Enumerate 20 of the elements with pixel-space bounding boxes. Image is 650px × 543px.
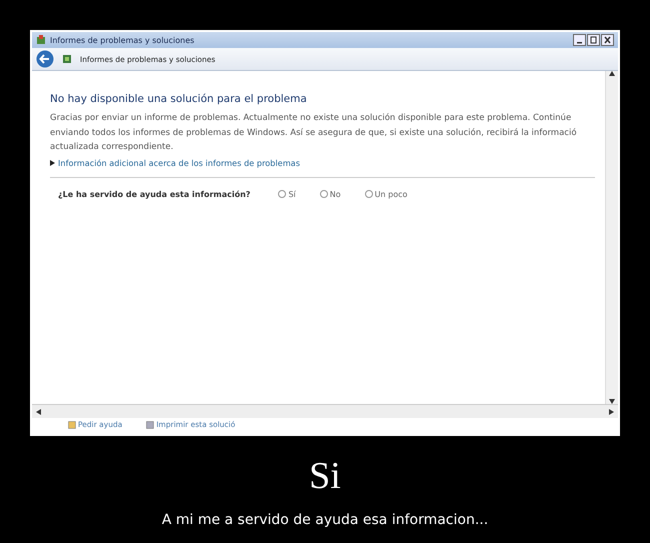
scroll-right-icon[interactable] xyxy=(609,408,614,414)
horizontal-scrollbar[interactable] xyxy=(32,404,618,418)
app-icon xyxy=(36,35,46,45)
message-paragraph: Gracias por enviar un informe de problemas. Actualmente no existe una solución disponible para este problema. Continúe enviando todos los informes de problemas de Windows. Así se asegura de que, si existe una solución, recibirá la informació actualizada correspondiente. xyxy=(50,112,578,154)
poster-title: Si xyxy=(308,454,342,498)
expand-triangle-icon[interactable] xyxy=(50,160,55,166)
radio-option[interactable]: No xyxy=(320,190,341,198)
vertical-scrollbar[interactable] xyxy=(605,71,618,404)
close-icon[interactable] xyxy=(601,34,614,46)
radio-option[interactable]: Un poco xyxy=(364,190,408,198)
maximize-icon[interactable] xyxy=(587,34,600,46)
window-title: Informes de problemas y soluciones xyxy=(50,36,196,44)
more-info-link[interactable]: Información adicional acerca de los informes de problemas xyxy=(58,158,300,168)
poster-caption: A mi me a servido de ayuda esa informacion... xyxy=(160,512,490,528)
back-icon[interactable] xyxy=(36,50,54,68)
scroll-left-icon[interactable] xyxy=(36,408,41,414)
feedback-question: ¿Le ha servido de ayuda esta información? xyxy=(58,190,250,198)
minimize-icon[interactable] xyxy=(573,34,586,46)
radio-option[interactable]: Sí xyxy=(278,190,296,198)
heading: No hay disponible una solución para el problema xyxy=(50,93,308,105)
